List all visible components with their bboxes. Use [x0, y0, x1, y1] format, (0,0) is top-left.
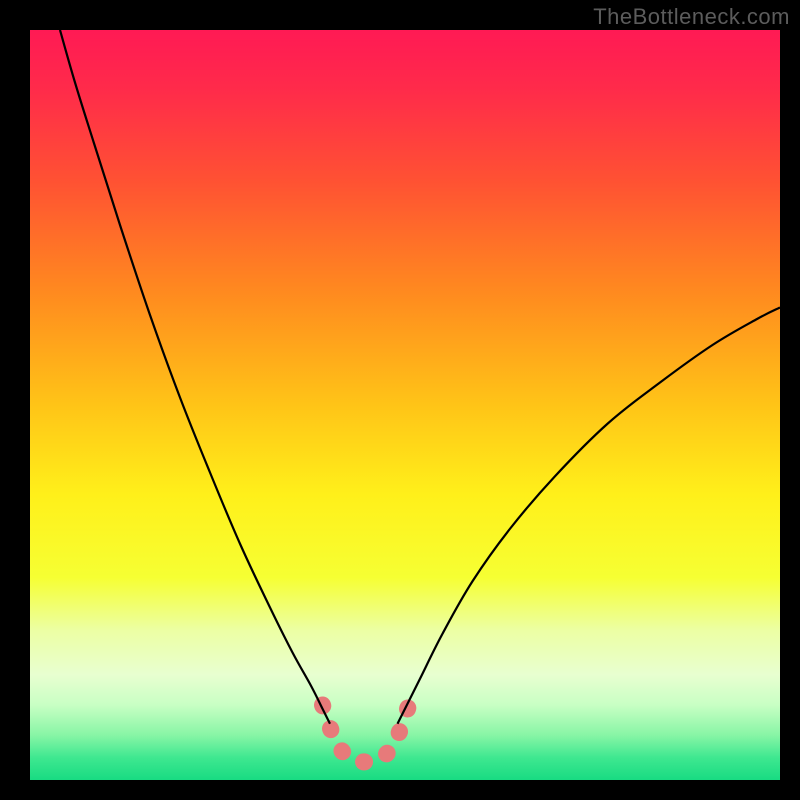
chart-svg	[0, 0, 800, 800]
watermark-text: TheBottleneck.com	[593, 4, 790, 30]
chart-container: TheBottleneck.com	[0, 0, 800, 800]
gradient-background	[30, 30, 780, 780]
